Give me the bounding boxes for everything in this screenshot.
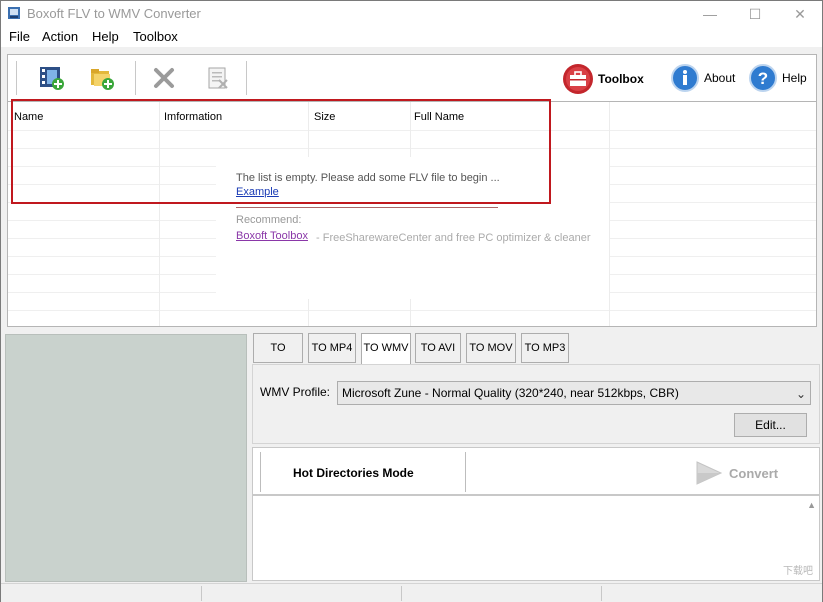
info-icon bbox=[671, 64, 699, 92]
chevron-down-icon: ⌄ bbox=[795, 387, 806, 401]
highlight-box bbox=[11, 99, 551, 204]
separator bbox=[465, 452, 467, 492]
tab-to-mpeg[interactable]: TO MPEG bbox=[253, 333, 303, 382]
play-icon bbox=[696, 461, 723, 485]
tab-to-avi[interactable]: TO AVI bbox=[415, 333, 461, 363]
svg-text:?: ? bbox=[758, 69, 768, 88]
toolbox-label: Toolbox bbox=[598, 72, 644, 86]
add-file-icon[interactable] bbox=[38, 64, 66, 92]
menu-bar: File Action Help Toolbox bbox=[1, 27, 822, 47]
help-button[interactable]: ? Help bbox=[748, 63, 807, 93]
edit-button[interactable]: Edit... bbox=[734, 413, 807, 437]
profile-panel: WMV Profile: Microsoft Zune - Normal Qua… bbox=[252, 364, 820, 444]
status-separator bbox=[401, 586, 402, 601]
tab-to-mp4[interactable]: TO MP4 bbox=[308, 333, 356, 363]
toolbox-description: - FreeSharewareCenter and free PC optimi… bbox=[316, 232, 591, 244]
status-bar bbox=[1, 583, 822, 602]
grid-line bbox=[8, 310, 816, 311]
convert-button[interactable]: Convert bbox=[695, 460, 778, 486]
separator bbox=[260, 452, 262, 492]
clear-list-icon[interactable] bbox=[204, 64, 232, 92]
minimize-button[interactable]: — bbox=[687, 1, 733, 27]
preview-panel bbox=[5, 334, 247, 582]
maximize-button[interactable]: ☐ bbox=[732, 1, 778, 27]
profile-value: Microsoft Zune - Normal Quality (320*240… bbox=[342, 386, 679, 400]
status-separator bbox=[601, 586, 602, 601]
hot-directories-mode-button[interactable]: Hot Directories Mode bbox=[293, 466, 414, 480]
toolbar-separator bbox=[135, 61, 137, 95]
remove-icon[interactable] bbox=[150, 64, 178, 92]
about-button[interactable]: About bbox=[670, 63, 735, 93]
menu-file[interactable]: File bbox=[9, 29, 30, 44]
toolbar: Toolbox About ? Help bbox=[7, 54, 817, 101]
boxoft-toolbox-link[interactable]: Boxoft Toolbox bbox=[236, 230, 308, 242]
toolbox-icon bbox=[563, 64, 593, 94]
menu-toolbox[interactable]: Toolbox bbox=[133, 29, 178, 44]
add-folder-icon[interactable] bbox=[88, 64, 116, 92]
menu-help[interactable]: Help bbox=[92, 29, 119, 44]
close-button[interactable]: ✕ bbox=[777, 1, 823, 27]
divider bbox=[236, 207, 498, 208]
format-tabs: TO MPEG TO MP4 TO WMV TO AVI TO MOV TO M… bbox=[253, 333, 819, 382]
app-icon bbox=[8, 7, 20, 19]
toolbar-separator bbox=[246, 61, 248, 95]
scroll-up-icon[interactable]: ▲ bbox=[807, 500, 816, 510]
toolbar-separator bbox=[16, 61, 18, 95]
tab-to-wmv[interactable]: TO WMV bbox=[361, 333, 411, 365]
about-label: About bbox=[704, 71, 736, 85]
tab-to-mov[interactable]: TO MOV bbox=[466, 333, 516, 363]
app-window: Boxoft FLV to WMV Converter — ☐ ✕ File A… bbox=[0, 0, 823, 602]
help-icon: ? bbox=[749, 64, 777, 92]
toolbox-button[interactable]: Toolbox bbox=[562, 63, 644, 95]
log-area[interactable]: ▲ 下载吧 bbox=[252, 495, 820, 581]
hot-directories-bar: Hot Directories Mode Convert bbox=[252, 447, 820, 495]
convert-label: Convert bbox=[729, 465, 779, 481]
title-bar: Boxoft FLV to WMV Converter — ☐ ✕ bbox=[1, 1, 822, 27]
menu-action[interactable]: Action bbox=[42, 29, 78, 44]
profile-label: WMV Profile: bbox=[260, 385, 331, 399]
watermark: 下载吧 bbox=[783, 566, 813, 577]
recommend-label: Recommend: bbox=[236, 214, 302, 226]
help-label: Help bbox=[782, 71, 807, 85]
window-title: Boxoft FLV to WMV Converter bbox=[27, 6, 201, 21]
grid-line bbox=[609, 102, 610, 326]
tab-to-mp3[interactable]: TO MP3 bbox=[521, 333, 569, 363]
status-separator bbox=[201, 586, 202, 601]
profile-select[interactable]: Microsoft Zune - Normal Quality (320*240… bbox=[337, 381, 811, 405]
file-list[interactable]: Name Imformation Size Full Name The list… bbox=[7, 99, 817, 327]
